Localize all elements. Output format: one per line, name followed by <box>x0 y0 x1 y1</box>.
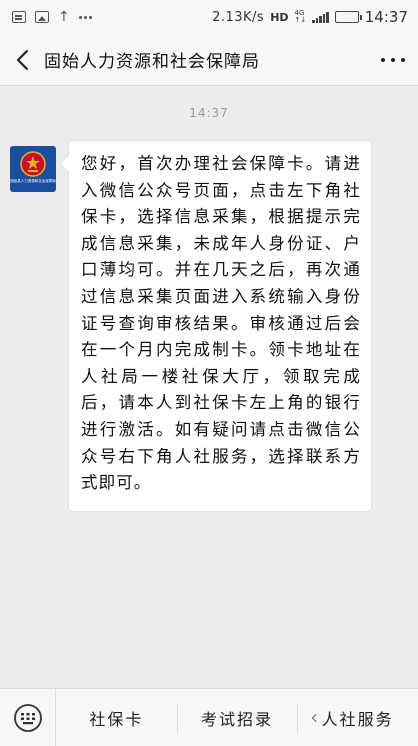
message-timestamp: 14:37 <box>189 106 229 120</box>
signal-icon <box>312 11 329 23</box>
status-right: 2.13K/s HD 4G ↑↓ 14:37 <box>212 8 408 26</box>
avatar-caption: 固始县人力资源和社会保障局 <box>10 179 56 183</box>
keyboard-toggle-button[interactable] <box>0 688 56 746</box>
back-button[interactable] <box>0 34 44 86</box>
message-bubble[interactable]: 您好，首次办理社会保障卡。请进入微信公众号页面，点击左下角社保卡，选择信息采集，… <box>68 140 372 512</box>
keyboard-icon <box>13 703 42 732</box>
chat-header: 固始人力资源和社会保障局 <box>0 34 418 86</box>
network-type: 4G ↑↓ <box>294 9 307 24</box>
network-speed: 2.13K/s <box>212 9 265 25</box>
status-left: ↑ <box>12 10 92 24</box>
battery-icon <box>334 11 362 23</box>
upload-arrow-icon: ↑ <box>58 9 70 25</box>
page-title: 固始人力资源和社会保障局 <box>44 52 260 72</box>
emblem-icon <box>20 151 46 177</box>
status-bar: ↑ 2.13K/s HD 4G ↑↓ 14:37 <box>0 0 418 34</box>
status-time: 14:37 <box>364 8 408 26</box>
hd-indicator: HD <box>270 10 289 24</box>
more-notifications-icon <box>78 15 92 19</box>
chat-area[interactable]: 14:37 固始县人力资源和社会保障局 您好，首次办理社会保障卡。请进入微信公众… <box>0 86 418 688</box>
more-dots-icon <box>381 57 385 62</box>
message-notification-icon <box>12 11 26 23</box>
chevron-left-icon <box>16 49 29 70</box>
avatar[interactable]: 固始县人力资源和社会保障局 <box>10 146 56 192</box>
bottom-menu: 社保卡 考试招录 人社服务 <box>0 688 418 746</box>
more-options-button[interactable] <box>368 34 418 86</box>
menu-item-social-security-card[interactable]: 社保卡 <box>56 689 177 746</box>
image-notification-icon <box>35 11 49 23</box>
menu-item-hr-services[interactable]: 人社服务 <box>297 689 418 746</box>
menu-item-exam-recruitment[interactable]: 考试招录 <box>176 689 298 746</box>
